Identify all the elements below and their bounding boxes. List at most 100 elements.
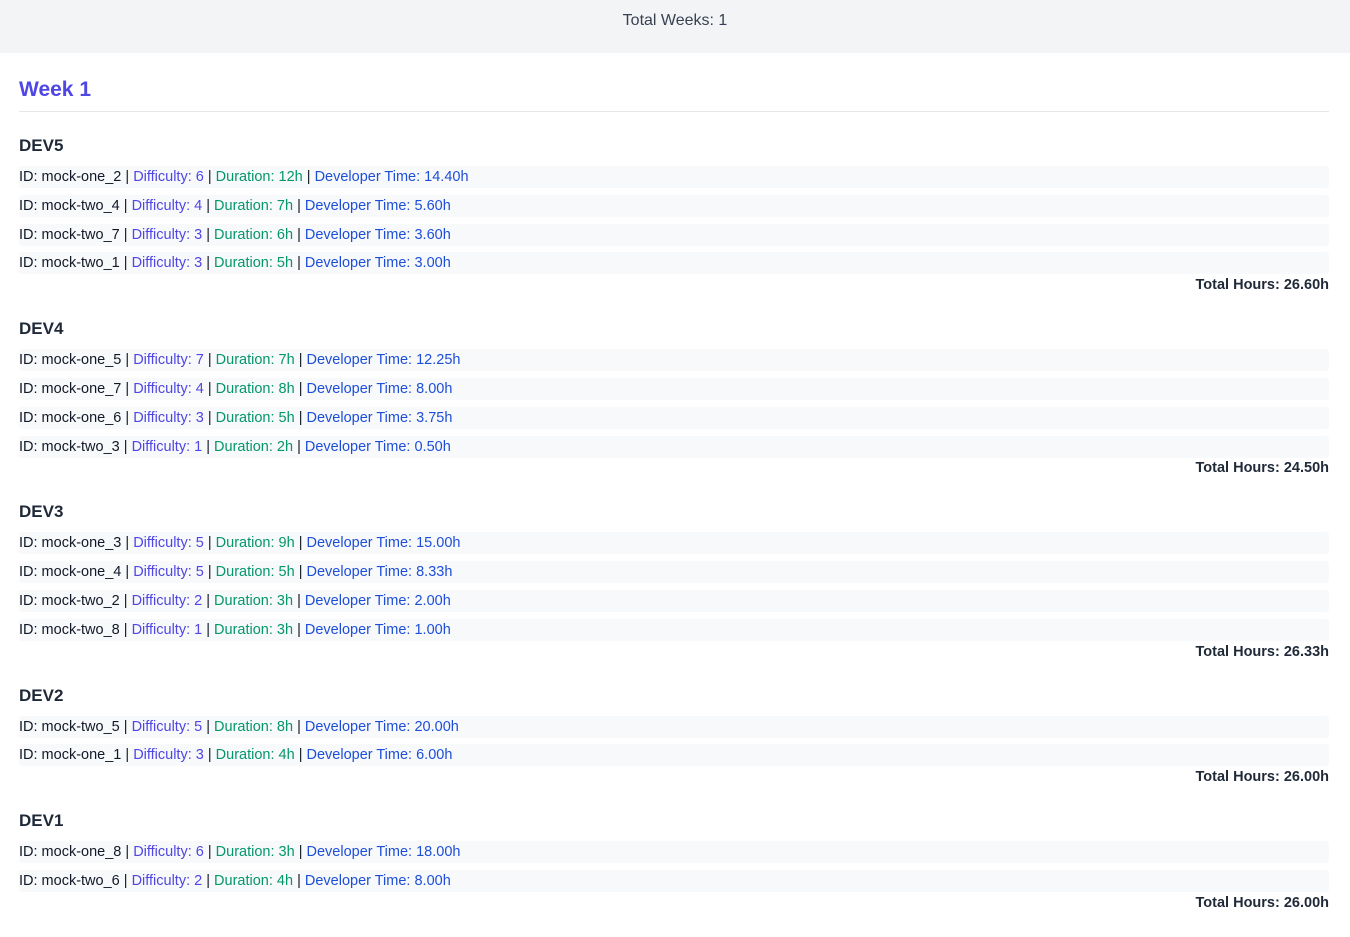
separator: | bbox=[202, 226, 215, 243]
separator: | bbox=[203, 409, 216, 426]
task-id: ID: mock-one_1 bbox=[19, 747, 122, 764]
task-id: ID: mock-one_5 bbox=[19, 352, 122, 369]
task-developer-time: Developer Time: 3.60h bbox=[304, 226, 451, 243]
task-duration: Duration: 4h bbox=[215, 747, 295, 764]
task-id: ID: mock-one_6 bbox=[19, 409, 122, 426]
separator: | bbox=[293, 255, 305, 272]
task-duration: Duration: 9h bbox=[215, 535, 295, 552]
separator: | bbox=[202, 718, 215, 735]
task-id: ID: mock-one_2 bbox=[19, 169, 122, 185]
task-developer-time: Developer Time: 15.00h bbox=[306, 535, 461, 552]
task-difficulty: Difficulty: 1 bbox=[131, 438, 203, 455]
task-row: ID: mock-two_7 | Difficulty: 3 | Duratio… bbox=[19, 223, 1329, 246]
developer-name: DEV5 bbox=[19, 136, 64, 155]
task-row: ID: mock-one_5 | Difficulty: 7 | Duratio… bbox=[19, 349, 1329, 372]
developer-name: DEV1 bbox=[19, 811, 64, 831]
task-row: ID: mock-two_4 | Difficulty: 4 | Duratio… bbox=[19, 194, 1329, 217]
task-id: ID: mock-two_6 bbox=[19, 872, 120, 889]
separator: | bbox=[293, 621, 305, 638]
task-row: ID: mock-one_1 | Difficulty: 3 | Duratio… bbox=[19, 744, 1329, 767]
task-row: ID: mock-one_4 | Difficulty: 5 | Duratio… bbox=[19, 561, 1329, 584]
task-duration: Duration: 6h bbox=[214, 226, 294, 243]
task-duration: Duration: 4h bbox=[214, 872, 294, 889]
task-row: ID: mock-two_1 | Difficulty: 3 | Duratio… bbox=[19, 252, 1329, 275]
separator: | bbox=[294, 564, 307, 581]
separator: | bbox=[293, 438, 305, 455]
separator: | bbox=[119, 592, 132, 609]
task-id: ID: mock-one_3 bbox=[19, 535, 122, 552]
separator: | bbox=[121, 535, 134, 552]
task-difficulty: Difficulty: 5 bbox=[131, 718, 203, 735]
separator: | bbox=[119, 197, 132, 214]
task-developer-time: Developer Time: 3.00h bbox=[304, 255, 451, 272]
separator: | bbox=[202, 592, 215, 609]
task-duration: Duration: 5h bbox=[214, 255, 294, 272]
task-duration: Duration: 2h bbox=[214, 438, 294, 455]
task-developer-time: Developer Time: 18.00h bbox=[306, 844, 461, 861]
total-weeks-bar: Total Weeks: 1 bbox=[0, 0, 1350, 53]
task-row: ID: mock-one_6 | Difficulty: 3 | Duratio… bbox=[19, 406, 1329, 429]
task-developer-time: Developer Time: 6.00h bbox=[306, 747, 453, 764]
task-difficulty: Difficulty: 6 bbox=[133, 844, 204, 861]
task-difficulty: Difficulty: 1 bbox=[131, 621, 203, 638]
task-difficulty: Difficulty: 5 bbox=[133, 564, 204, 581]
task-developer-time: Developer Time: 1.00h bbox=[304, 621, 451, 638]
separator: | bbox=[121, 844, 134, 861]
task-difficulty: Difficulty: 6 bbox=[133, 169, 204, 185]
task-duration: Duration: 3h bbox=[215, 844, 295, 861]
developer-section: DEV5 ID: mock-one_2 | Difficulty: 6 | Dur… bbox=[19, 134, 1329, 295]
task-row: ID: mock-one_8 | Difficulty: 6 | Duratio… bbox=[19, 841, 1329, 864]
task-id: ID: mock-one_4 bbox=[19, 564, 122, 581]
separator: | bbox=[203, 352, 216, 369]
task-difficulty: Difficulty: 4 bbox=[133, 380, 204, 397]
task-row: ID: mock-two_2 | Difficulty: 2 | Duratio… bbox=[19, 589, 1329, 612]
separator: | bbox=[202, 621, 215, 638]
task-difficulty: Difficulty: 3 bbox=[131, 226, 203, 243]
week-panel: Week 1 DEV5 ID: mock-one_2 | Difficulty: … bbox=[0, 53, 1350, 937]
separator: | bbox=[293, 872, 305, 889]
separator: | bbox=[294, 409, 307, 426]
task-row: ID: mock-two_6 | Difficulty: 2 | Duratio… bbox=[19, 869, 1329, 892]
separator: | bbox=[203, 169, 216, 185]
separator: | bbox=[119, 226, 132, 243]
separator: | bbox=[294, 747, 307, 764]
task-difficulty: Difficulty: 2 bbox=[131, 592, 203, 609]
task-developer-time: Developer Time: 0.50h bbox=[304, 438, 451, 455]
developer-list: DEV5 ID: mock-one_2 | Difficulty: 6 | Dur… bbox=[19, 134, 1329, 913]
task-difficulty: Difficulty: 5 bbox=[133, 535, 204, 552]
task-developer-time: Developer Time: 5.60h bbox=[304, 197, 451, 214]
task-id: ID: mock-two_4 bbox=[19, 197, 120, 214]
total-weeks-label: Total Weeks: 1 bbox=[622, 11, 728, 29]
separator: | bbox=[119, 438, 132, 455]
developer-name: DEV2 bbox=[19, 685, 64, 705]
separator: | bbox=[121, 380, 134, 397]
task-developer-time: Developer Time: 12.25h bbox=[306, 352, 461, 369]
separator: | bbox=[203, 535, 216, 552]
task-difficulty: Difficulty: 4 bbox=[131, 197, 203, 214]
separator: | bbox=[294, 535, 307, 552]
separator: | bbox=[202, 872, 215, 889]
task-row: ID: mock-one_3 | Difficulty: 5 | Duratio… bbox=[19, 532, 1329, 555]
developer-section: DEV1 ID: mock-one_8 | Difficulty: 6 | Dur… bbox=[19, 809, 1329, 913]
task-id: ID: mock-two_3 bbox=[19, 438, 120, 455]
task-id: ID: mock-two_2 bbox=[19, 592, 120, 609]
week-title: Week 1 bbox=[19, 53, 1329, 112]
task-difficulty: Difficulty: 3 bbox=[131, 255, 203, 272]
separator: | bbox=[202, 255, 215, 272]
task-duration: Duration: 3h bbox=[214, 592, 294, 609]
total-hours: Total Hours: 26.60h bbox=[1195, 277, 1329, 294]
separator: | bbox=[294, 844, 307, 861]
developer-section: DEV3 ID: mock-one_3 | Difficulty: 5 | Dur… bbox=[19, 500, 1329, 661]
task-id: ID: mock-two_5 bbox=[19, 718, 120, 735]
separator: | bbox=[119, 621, 132, 638]
separator: | bbox=[121, 409, 134, 426]
total-hours: Total Hours: 26.00h bbox=[1195, 769, 1329, 786]
developer-section: DEV4 ID: mock-one_5 | Difficulty: 7 | Dur… bbox=[19, 317, 1329, 478]
separator: | bbox=[121, 564, 134, 581]
task-id: ID: mock-two_7 bbox=[19, 226, 120, 243]
developer-name: DEV3 bbox=[19, 502, 64, 522]
total-hours: Total Hours: 26.33h bbox=[1195, 643, 1329, 660]
separator: | bbox=[119, 255, 132, 272]
task-row: ID: mock-two_5 | Difficulty: 5 | Duratio… bbox=[19, 715, 1329, 738]
task-id: ID: mock-one_7 bbox=[19, 380, 122, 397]
